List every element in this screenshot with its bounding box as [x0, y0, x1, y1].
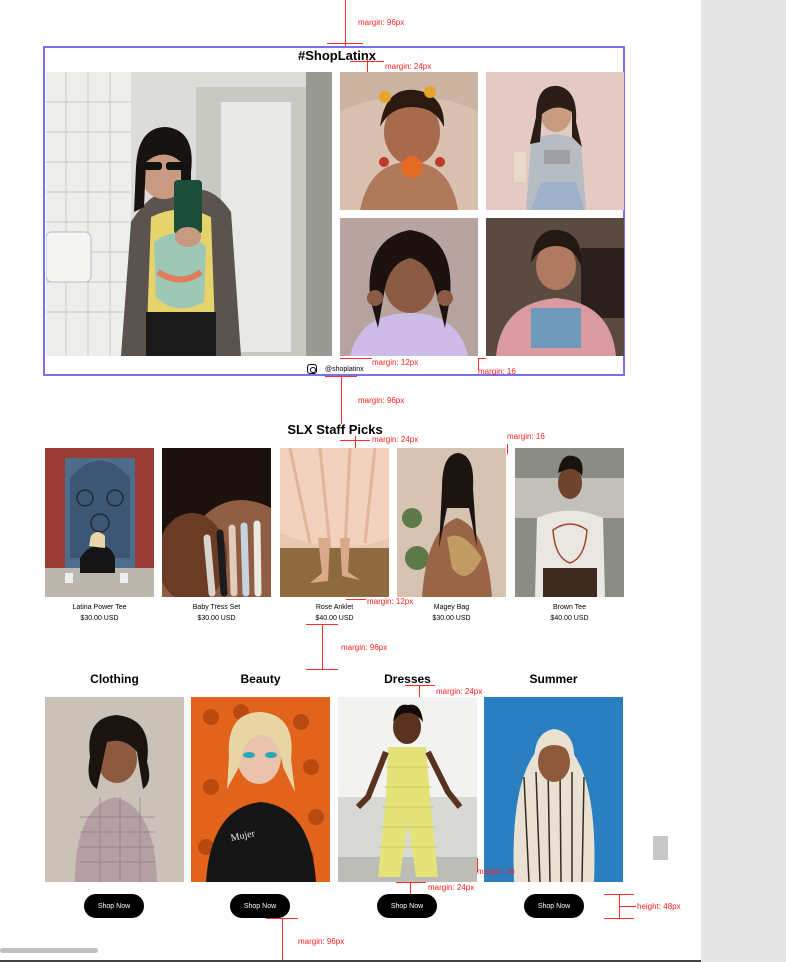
product-price: $40.00 USD [550, 615, 589, 622]
spec-margin-label: margin: 96px [358, 18, 405, 27]
spec-line [396, 882, 426, 883]
spec-margin-label: margin: 24px [436, 687, 483, 696]
instagram-photo-large[interactable] [46, 72, 332, 356]
spec-margin-label: margin: 12px [372, 358, 419, 367]
spec-line [620, 906, 636, 907]
product-price: $40.00 USD [315, 615, 354, 622]
spec-line [282, 918, 283, 962]
spec-margin-label: margin: 24px [372, 435, 419, 444]
instagram-handle-link[interactable]: @shoplatinx [307, 364, 364, 374]
category-image[interactable] [45, 697, 184, 882]
spec-margin-label: margin: 16 [477, 867, 515, 876]
product-image[interactable] [280, 448, 389, 597]
shop-now-button[interactable]: Shop Now [84, 894, 144, 918]
product-price: $30.00 USD [80, 615, 119, 622]
product-name[interactable]: Brown Tee [515, 604, 624, 611]
spec-margin-label: margin: 96px [341, 643, 388, 652]
instagram-photo[interactable] [486, 72, 624, 210]
category-title: Summer [529, 672, 578, 686]
product-price: $30.00 USD [197, 615, 236, 622]
spec-margin-label: margin: 24px [385, 62, 432, 71]
instagram-icon [307, 364, 317, 374]
instagram-handle: @shoplatinx [325, 365, 364, 373]
product-image[interactable] [515, 448, 624, 597]
spec-line [340, 358, 372, 359]
spec-line [322, 624, 323, 670]
category-title: Clothing [90, 672, 139, 686]
spec-line [410, 882, 411, 894]
shop-now-button[interactable]: Shop Now [524, 894, 584, 918]
spec-line [340, 440, 370, 441]
shop-now-button[interactable]: Shop Now [230, 894, 290, 918]
horizontal-scrollbar[interactable] [0, 948, 98, 953]
product-name[interactable]: Baby Tress Set [162, 604, 271, 611]
spec-line [341, 376, 342, 424]
right-panel [701, 0, 786, 962]
spec-line [350, 61, 384, 62]
spec-line [405, 685, 435, 686]
spec-height-label: height: 48px [637, 902, 681, 911]
product-image[interactable] [162, 448, 271, 597]
spec-line [306, 624, 338, 625]
spec-margin-label: margin: 16 [507, 432, 545, 441]
category-title: Dresses [384, 672, 431, 686]
product-image[interactable] [397, 448, 506, 597]
product-name[interactable]: Latina Power Tee [45, 604, 154, 611]
product-price: $30.00 USD [432, 615, 471, 622]
category-title: Beauty [240, 672, 281, 686]
category-image[interactable] [338, 697, 477, 882]
product-name[interactable]: Magey Bag [397, 604, 506, 611]
panel-scroll-handle[interactable] [653, 836, 668, 860]
spec-line [507, 444, 508, 454]
instagram-photo[interactable] [486, 218, 624, 356]
instagram-photo[interactable] [340, 218, 478, 356]
spec-line [346, 599, 366, 600]
spec-line [478, 358, 486, 359]
spec-line [355, 436, 356, 448]
spec-line [325, 376, 357, 377]
spec-margin-label: margin: 96px [298, 937, 345, 946]
category-image[interactable] [484, 697, 623, 882]
spec-line [306, 669, 338, 670]
category-image[interactable]: Mujer [191, 697, 330, 882]
spec-margin-label: margin: 24px [428, 883, 475, 892]
spec-line [327, 43, 363, 44]
product-image[interactable] [45, 448, 154, 597]
instagram-photo[interactable] [340, 72, 478, 210]
spec-line [604, 918, 634, 919]
spec-margin-label: margin: 16 [478, 367, 516, 376]
shop-now-button[interactable]: Shop Now [377, 894, 437, 918]
spec-line [419, 685, 420, 697]
spec-line [266, 918, 298, 919]
spec-line [345, 0, 346, 46]
spec-margin-label: margin: 96px [358, 396, 405, 405]
